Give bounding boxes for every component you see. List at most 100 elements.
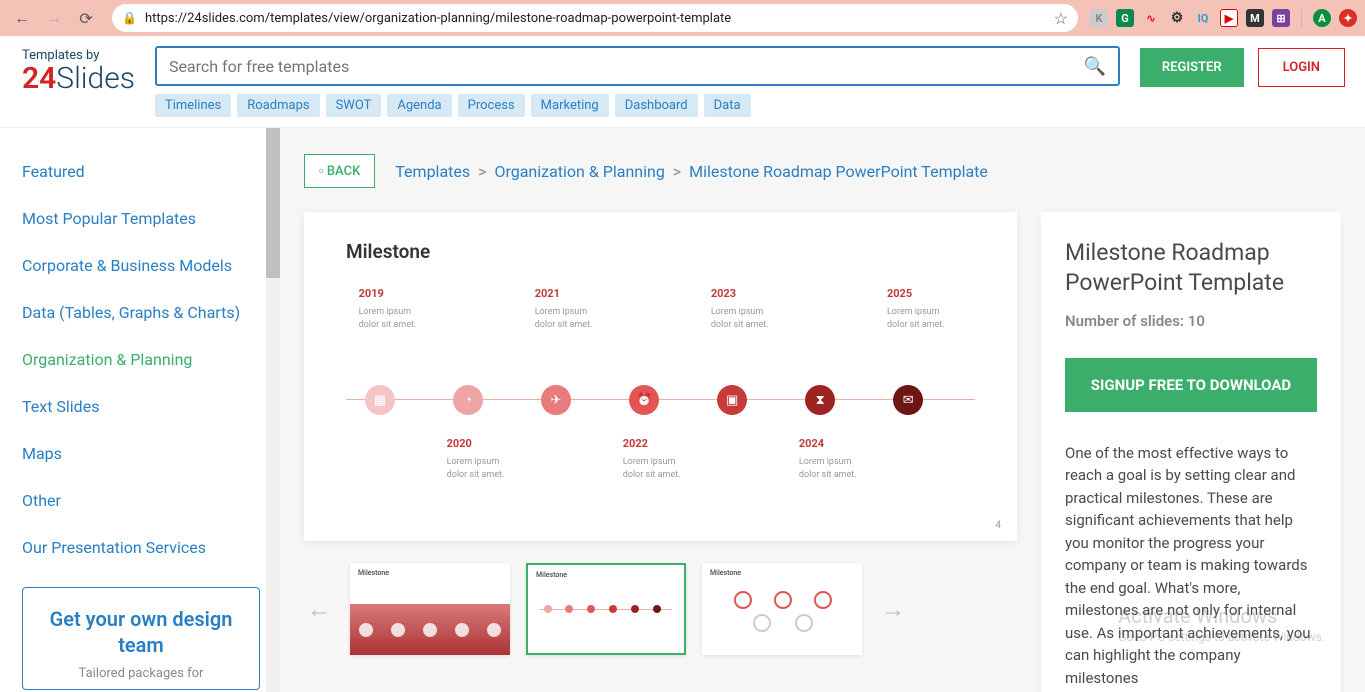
sidebar-scrollbar-track[interactable]	[266, 128, 280, 692]
timeline-item: 2025Lorem ipsum dolor sit amet.	[887, 287, 957, 331]
back-button[interactable]: ▫ BACK	[304, 154, 375, 188]
template-description: One of the most effective ways to reach …	[1065, 442, 1317, 690]
promo-subtitle: Tailored packages for	[37, 666, 245, 681]
slide-page-number: 4	[995, 520, 1001, 531]
tag-dashboard[interactable]: Dashboard	[615, 94, 698, 117]
template-title: Milestone Roadmap PowerPoint Template	[1065, 238, 1317, 298]
site-header: Templates by 24Slides 🔍 Timelines Roadma…	[0, 36, 1365, 128]
auth-buttons: REGISTER LOGIN	[1140, 46, 1345, 87]
crumb-sep: >	[673, 162, 681, 181]
content-row: Milestone 2019Lorem ipsum dolor sit amet…	[304, 212, 1341, 692]
settings-ext-icon[interactable]: ⚙	[1168, 9, 1186, 27]
timeline-node-icon: ▣	[717, 385, 747, 415]
tag-process[interactable]: Process	[458, 94, 525, 117]
timeline-line	[346, 399, 975, 400]
search-box: 🔍	[155, 46, 1120, 86]
page-content: Templates by 24Slides 🔍 Timelines Roadma…	[0, 36, 1365, 692]
tag-swot[interactable]: SWOT	[326, 94, 382, 117]
timeline-item: 2021Lorem ipsum dolor sit amet.	[535, 287, 605, 331]
reload-icon[interactable]: ⟳	[72, 4, 100, 32]
promo-title: Get your own design team	[37, 606, 245, 658]
timeline-node-icon: ⧗	[805, 385, 835, 415]
search-icon[interactable]: 🔍	[1083, 56, 1105, 77]
timeline-item: 2019Lorem ipsum dolor sit amet.	[359, 287, 429, 331]
back-nav-icon[interactable]: ←	[8, 4, 36, 32]
slide-count: Number of slides: 10	[1065, 312, 1317, 330]
separator	[1301, 9, 1302, 27]
forward-nav-icon[interactable]: →	[40, 4, 68, 32]
thumb-title: Milestone	[710, 569, 741, 577]
ext-icon[interactable]: M	[1246, 9, 1264, 27]
lock-icon: 🔒	[122, 11, 137, 25]
grammarly-icon[interactable]: G	[1116, 9, 1134, 27]
ext-icon[interactable]: ⊞	[1272, 9, 1290, 27]
tag-agenda[interactable]: Agenda	[387, 94, 451, 117]
timeline-node-icon: ◔	[453, 385, 483, 415]
sidebar-item-text[interactable]: Text Slides	[22, 383, 280, 430]
profile-avatar-icon[interactable]: A	[1313, 9, 1331, 27]
timeline-node-icon: ⏰	[629, 385, 659, 415]
slide-title: Milestone	[346, 240, 975, 263]
thumbnail[interactable]: Milestone	[702, 563, 862, 655]
info-panel: Milestone Roadmap PowerPoint Template Nu…	[1041, 212, 1341, 692]
sidebar-item-data[interactable]: Data (Tables, Graphs & Charts)	[22, 289, 280, 336]
main-header: ▫ BACK Templates > Organization & Planni…	[304, 154, 1341, 188]
timeline-item: 2023Lorem ipsum dolor sit amet.	[711, 287, 781, 331]
thumbnail-carousel: ← Milestone Milestone	[304, 563, 1017, 655]
crumb-sep: >	[478, 162, 486, 181]
category-sidebar: Featured Most Popular Templates Corporat…	[0, 128, 280, 692]
promo-box[interactable]: Get your own design team Tailored packag…	[22, 587, 260, 690]
timeline: 2019Lorem ipsum dolor sit amet. 2021Lore…	[346, 287, 975, 517]
preview-column: Milestone 2019Lorem ipsum dolor sit amet…	[304, 212, 1017, 692]
tag-roadmaps[interactable]: Roadmaps	[237, 94, 319, 117]
ext-icon[interactable]: ▶	[1220, 9, 1238, 27]
sidebar-item-corporate[interactable]: Corporate & Business Models	[22, 242, 280, 289]
carousel-prev-icon[interactable]: ←	[304, 595, 334, 624]
main-content: ▫ BACK Templates > Organization & Planni…	[280, 128, 1365, 692]
sidebar-scrollbar-thumb[interactable]	[266, 128, 280, 278]
crumb-category[interactable]: Organization & Planning	[494, 162, 664, 181]
url-text: https://24slides.com/templates/view/orga…	[145, 11, 1046, 26]
tag-data[interactable]: Data	[704, 94, 751, 117]
ext-icon[interactable]: ✦	[1339, 9, 1357, 27]
thumb-title: Milestone	[358, 569, 389, 577]
register-button[interactable]: REGISTER	[1140, 48, 1244, 87]
crumb-templates[interactable]: Templates	[395, 162, 470, 181]
thumbnail-active[interactable]: Milestone	[526, 563, 686, 655]
timeline-node-icon: ✉	[893, 385, 923, 415]
slide-preview[interactable]: Milestone 2019Lorem ipsum dolor sit amet…	[304, 212, 1017, 541]
url-bar[interactable]: 🔒 https://24slides.com/templates/view/or…	[112, 4, 1078, 32]
breadcrumb: Templates > Organization & Planning > Mi…	[395, 162, 988, 181]
carousel-next-icon[interactable]: →	[878, 595, 908, 624]
sidebar-item-maps[interactable]: Maps	[22, 430, 280, 477]
sidebar-item-services[interactable]: Our Presentation Services	[22, 524, 280, 571]
extension-icons: K G ∿ ⚙ IQ ▶ M ⊞ A ✦	[1090, 9, 1357, 27]
browser-toolbar: ← → ⟳ 🔒 https://24slides.com/templates/v…	[0, 0, 1365, 36]
tag-marketing[interactable]: Marketing	[531, 94, 609, 117]
tag-row: Timelines Roadmaps SWOT Agenda Process M…	[155, 94, 1120, 117]
sidebar-item-featured[interactable]: Featured	[22, 148, 280, 195]
site-logo[interactable]: Templates by 24Slides	[22, 46, 135, 94]
search-input[interactable]	[169, 57, 1084, 76]
bookmark-star-icon[interactable]: ☆	[1054, 9, 1068, 28]
ext-icon[interactable]: ∿	[1142, 9, 1160, 27]
sidebar-item-other[interactable]: Other	[22, 477, 280, 524]
ext-icon[interactable]: IQ	[1194, 9, 1212, 27]
thumb-title: Milestone	[536, 571, 567, 579]
timeline-node-icon: ✈	[541, 385, 571, 415]
sidebar-item-organization[interactable]: Organization & Planning	[22, 336, 280, 383]
crumb-current: Milestone Roadmap PowerPoint Template	[689, 162, 988, 181]
timeline-item: 2024Lorem ipsum dolor sit amet.	[799, 437, 869, 481]
logo-brand: 24Slides	[22, 64, 135, 94]
ext-icon[interactable]: K	[1090, 9, 1108, 27]
tag-timelines[interactable]: Timelines	[155, 94, 231, 117]
search-area: 🔍 Timelines Roadmaps SWOT Agenda Process…	[155, 46, 1120, 117]
page-body: Featured Most Popular Templates Corporat…	[0, 128, 1365, 692]
thumbnail[interactable]: Milestone	[350, 563, 510, 655]
login-button[interactable]: LOGIN	[1258, 48, 1345, 87]
download-button[interactable]: SIGNUP FREE TO DOWNLOAD	[1065, 358, 1317, 412]
timeline-node-icon: ▦	[365, 385, 395, 415]
timeline-item: 2020Lorem ipsum dolor sit amet.	[447, 437, 517, 481]
sidebar-item-popular[interactable]: Most Popular Templates	[22, 195, 280, 242]
timeline-item: 2022Lorem ipsum dolor sit amet.	[623, 437, 693, 481]
